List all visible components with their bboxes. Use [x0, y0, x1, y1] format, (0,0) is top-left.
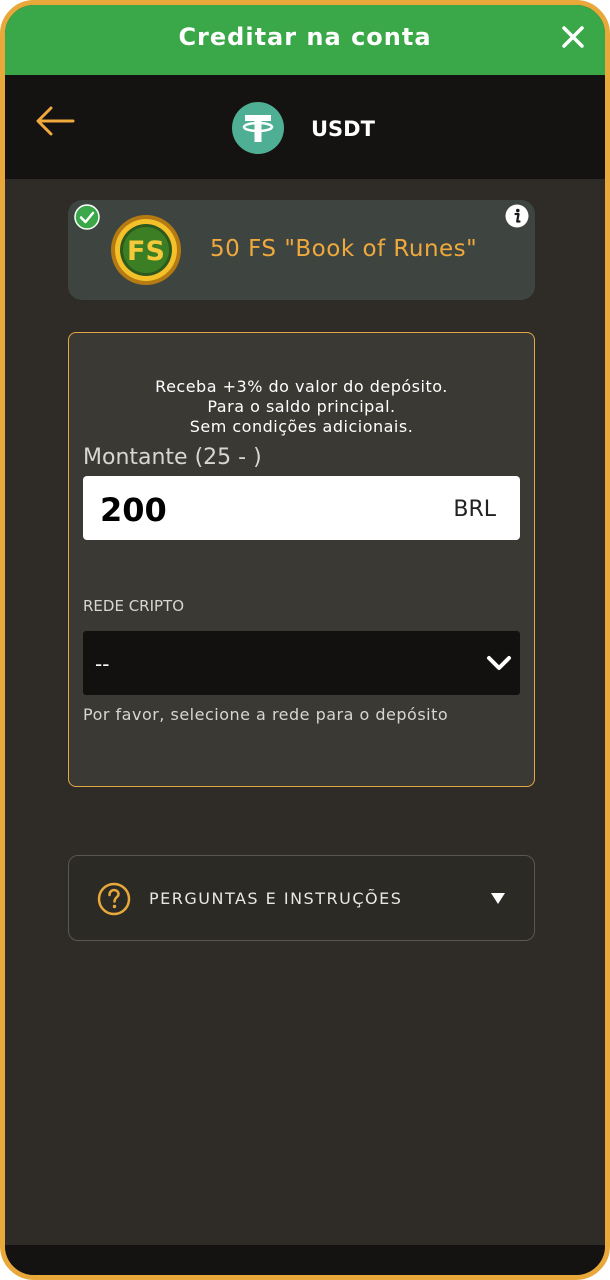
faq-label: PERGUNTAS E INSTRUÇÕES [149, 889, 403, 908]
back-arrow-icon[interactable] [33, 103, 77, 139]
bonus-line: Receba +3% do valor do depósito. [155, 377, 448, 396]
promo-label: 50 FS "Book of Runes" [210, 236, 478, 262]
dialog-title-bar: Creditar na conta [5, 5, 605, 75]
bottom-bar [5, 1245, 605, 1275]
chevron-down-icon [487, 656, 511, 670]
currency-code: BRL [453, 497, 496, 522]
caret-down-icon [491, 893, 505, 904]
network-selected-value: -- [95, 652, 110, 676]
deposit-form-card: Receba +3% do valor do depósito. Para o … [68, 332, 535, 787]
network-hint: Por favor, selecione a rede para o depós… [83, 705, 449, 724]
amount-value: 200 [100, 491, 167, 529]
currency-name: USDT [311, 117, 375, 141]
bonus-line: Para o saldo principal. [207, 397, 396, 416]
tether-icon [232, 102, 284, 154]
network-select[interactable]: -- [83, 631, 520, 695]
amount-input[interactable]: 200 BRL [83, 476, 520, 540]
network-label: REDE CRIPTO [83, 597, 185, 615]
info-icon[interactable] [505, 204, 529, 228]
faq-accordion[interactable]: PERGUNTAS E INSTRUÇÕES [68, 855, 535, 941]
currency-header: USDT [5, 75, 605, 179]
fs-coin-icon: FS [111, 215, 181, 285]
question-circle-icon [97, 882, 131, 916]
fs-badge-text: FS [127, 236, 165, 267]
close-icon[interactable] [559, 23, 587, 51]
amount-label: Montante (25 - ) [83, 445, 262, 470]
bonus-line: Sem condições adicionais. [189, 417, 414, 436]
bonus-description: Receba +3% do valor do depósito. Para o … [69, 377, 534, 437]
promo-bonus-card[interactable]: FS 50 FS "Book of Runes" [68, 200, 535, 300]
check-circle-icon [74, 204, 100, 230]
dialog-title: Creditar na conta [178, 23, 432, 51]
deposit-dialog: Creditar na conta USDT FS 50 FS "Book of… [0, 0, 610, 1280]
